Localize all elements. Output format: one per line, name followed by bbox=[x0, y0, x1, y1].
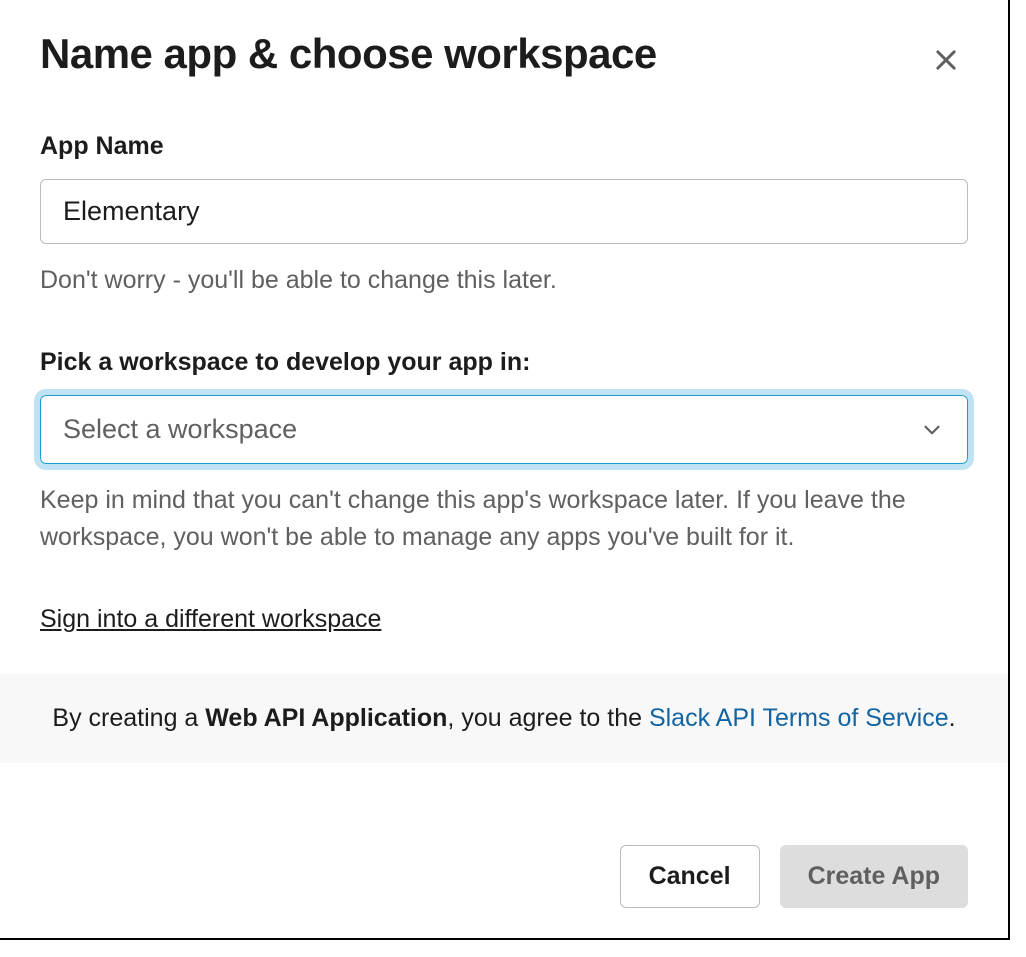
terms-prefix: By creating a bbox=[52, 704, 205, 732]
terms-suffix: . bbox=[949, 704, 956, 732]
terms-link[interactable]: Slack API Terms of Service bbox=[649, 704, 949, 732]
terms-banner: By creating a Web API Application, you a… bbox=[0, 674, 1008, 763]
workspace-label: Pick a workspace to develop your app in: bbox=[40, 348, 968, 377]
workspace-help: Keep in mind that you can't change this … bbox=[40, 482, 968, 555]
modal-content: Name app & choose workspace App Name Don… bbox=[0, 0, 1008, 797]
modal-title: Name app & choose workspace bbox=[40, 30, 657, 78]
close-button[interactable] bbox=[924, 38, 968, 82]
close-icon bbox=[932, 46, 960, 74]
create-app-modal: Name app & choose workspace App Name Don… bbox=[0, 0, 1010, 940]
chevron-down-icon bbox=[919, 417, 945, 443]
create-app-button[interactable]: Create App bbox=[780, 845, 968, 908]
workspace-select-placeholder: Select a workspace bbox=[63, 414, 297, 445]
app-name-input[interactable] bbox=[40, 179, 968, 244]
workspace-section: Pick a workspace to develop your app in:… bbox=[40, 348, 968, 555]
app-name-section: App Name Don't worry - you'll be able to… bbox=[40, 132, 968, 298]
modal-header: Name app & choose workspace bbox=[40, 30, 968, 82]
app-name-help: Don't worry - you'll be able to change t… bbox=[40, 262, 968, 298]
cancel-button[interactable]: Cancel bbox=[620, 845, 760, 908]
sign-in-different-workspace-link[interactable]: Sign into a different workspace bbox=[40, 605, 381, 634]
terms-bold: Web API Application bbox=[205, 704, 447, 732]
terms-middle: , you agree to the bbox=[447, 704, 649, 732]
workspace-select-wrapper: Select a workspace bbox=[40, 395, 968, 464]
workspace-select[interactable]: Select a workspace bbox=[41, 396, 967, 463]
modal-footer: Cancel Create App bbox=[0, 797, 1008, 938]
app-name-label: App Name bbox=[40, 132, 968, 161]
